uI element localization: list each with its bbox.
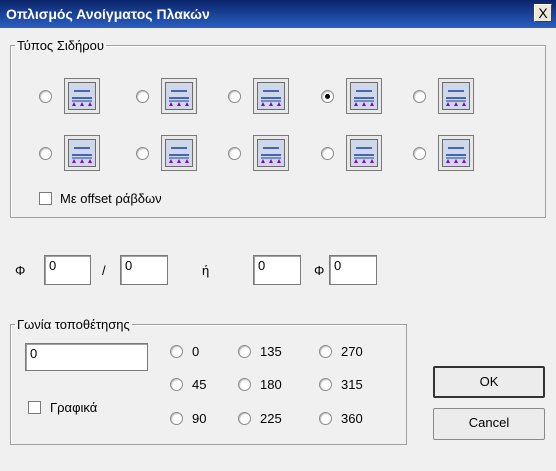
offset-label: Με offset ράβδων xyxy=(60,191,162,206)
ok-button[interactable]: OK xyxy=(433,366,545,398)
angle-label-90: 90 xyxy=(192,411,207,426)
phi1-input[interactable]: 0 xyxy=(44,255,91,285)
rebar-type-radio-6[interactable] xyxy=(39,147,52,160)
rebar-type-7-icon xyxy=(165,139,193,167)
angle-label-360: 360 xyxy=(341,411,363,426)
rebar-type-button-10[interactable] xyxy=(438,135,474,171)
angle-radio-45[interactable] xyxy=(170,378,183,391)
rebar-type-radio-4[interactable] xyxy=(321,90,334,103)
rebar-type-5-icon xyxy=(442,82,470,110)
rebar-type-9-icon xyxy=(350,139,378,167)
angle-label-0: 0 xyxy=(192,344,200,359)
angle-radio-360[interactable] xyxy=(319,412,332,425)
angle-label-225: 225 xyxy=(260,411,282,426)
angle-legend: Γωνία τοποθέτησης xyxy=(17,317,130,332)
angle-label-45: 45 xyxy=(192,377,207,392)
angle-radio-135[interactable] xyxy=(238,345,251,358)
rebar-type-legend: Τύπος Σιδήρου xyxy=(17,38,104,53)
count-input[interactable]: 0 xyxy=(253,255,301,285)
angle-label-135: 135 xyxy=(260,344,282,359)
rebar-type-button-9[interactable] xyxy=(346,135,382,171)
angle-input[interactable]: 0 xyxy=(25,343,148,371)
rebar-type-10-icon xyxy=(442,139,470,167)
angle-radio-315[interactable] xyxy=(319,378,332,391)
rebar-type-8-icon xyxy=(257,139,285,167)
angle-radio-0[interactable] xyxy=(170,345,183,358)
angle-radio-270[interactable] xyxy=(319,345,332,358)
spacing-input[interactable]: 0 xyxy=(120,255,168,285)
rebar-type-radio-10[interactable] xyxy=(413,147,426,160)
rebar-type-2-icon xyxy=(165,82,193,110)
graphic-label: Γραφικά xyxy=(50,400,98,415)
rebar-type-1-icon xyxy=(68,82,96,110)
rebar-type-radio-3[interactable] xyxy=(228,90,241,103)
rebar-type-button-8[interactable] xyxy=(253,135,289,171)
graphic-checkbox[interactable] xyxy=(28,401,41,414)
angle-radio-90[interactable] xyxy=(170,412,183,425)
rebar-type-radio-2[interactable] xyxy=(136,90,149,103)
or-label: ή xyxy=(202,263,210,278)
rebar-type-button-5[interactable] xyxy=(438,78,474,114)
rebar-type-button-4[interactable] xyxy=(346,78,382,114)
angle-radio-225[interactable] xyxy=(238,412,251,425)
rebar-type-4-icon xyxy=(350,82,378,110)
rebar-type-radio-1[interactable] xyxy=(39,90,52,103)
phi2-label: Φ xyxy=(314,263,325,278)
rebar-type-3-icon xyxy=(257,82,285,110)
rebar-type-button-2[interactable] xyxy=(161,78,197,114)
offset-checkbox[interactable] xyxy=(39,192,52,205)
window-title: Οπλισμός Ανοίγματος Πλακών xyxy=(6,6,210,22)
rebar-type-radio-9[interactable] xyxy=(321,147,334,160)
angle-label-270: 270 xyxy=(341,344,363,359)
angle-radio-180[interactable] xyxy=(238,378,251,391)
rebar-type-radio-5[interactable] xyxy=(413,90,426,103)
angle-label-180: 180 xyxy=(260,377,282,392)
rebar-type-button-1[interactable] xyxy=(64,78,100,114)
phi2-input[interactable]: 0 xyxy=(329,255,377,285)
angle-label-315: 315 xyxy=(341,377,363,392)
rebar-type-6-icon xyxy=(68,139,96,167)
rebar-type-button-3[interactable] xyxy=(253,78,289,114)
phi1-label: Φ xyxy=(15,263,26,278)
rebar-type-button-6[interactable] xyxy=(64,135,100,171)
cancel-button[interactable]: Cancel xyxy=(433,408,545,440)
title-bar: Οπλισμός Ανοίγματος Πλακών X xyxy=(0,0,556,28)
rebar-type-radio-7[interactable] xyxy=(136,147,149,160)
rebar-type-radio-8[interactable] xyxy=(228,147,241,160)
close-button[interactable]: X xyxy=(534,4,552,22)
slash-label: / xyxy=(102,263,106,278)
rebar-type-button-7[interactable] xyxy=(161,135,197,171)
